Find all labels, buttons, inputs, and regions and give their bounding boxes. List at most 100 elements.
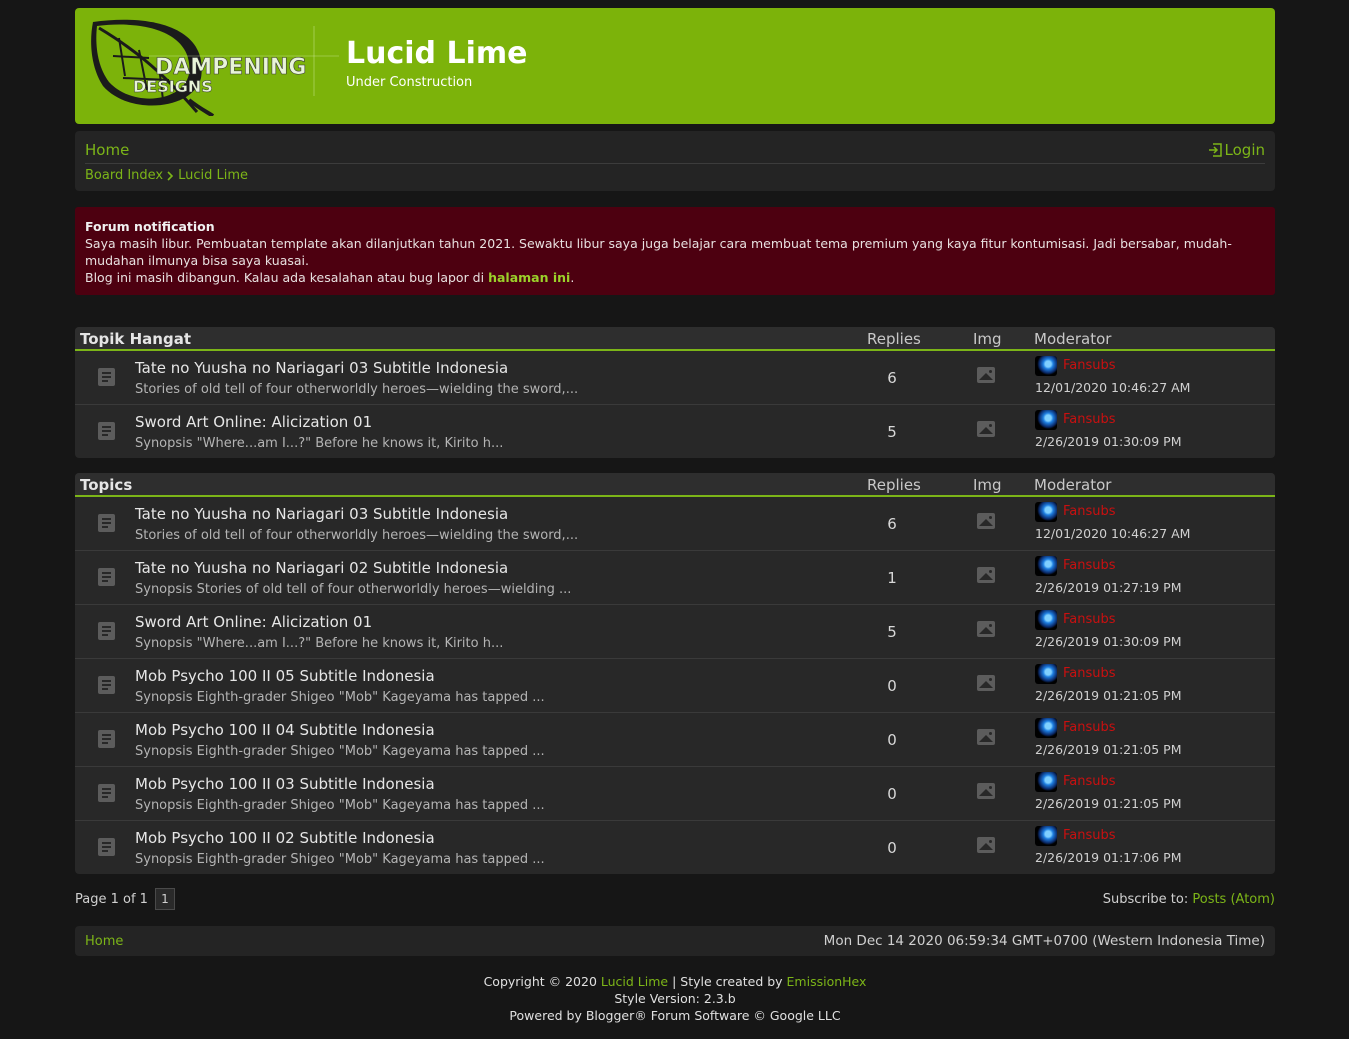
table-row: Tate no Yuusha no Nariagari 03 Subtitle … xyxy=(75,351,1275,405)
powered-by: Powered by Blogger® Forum Software © Goo… xyxy=(509,1008,841,1023)
posts-atom-link[interactable]: Posts (Atom) xyxy=(1192,892,1275,907)
topic-title-link[interactable]: Tate no Yuusha no Nariagari 02 Subtitle … xyxy=(135,559,508,577)
table-row: Mob Psycho 100 II 02 Subtitle Indonesia S… xyxy=(75,821,1275,874)
column-replies: Replies xyxy=(867,476,921,494)
breadcrumb: Board Index Lucid Lime xyxy=(85,168,248,183)
notification-text-2-suffix: . xyxy=(570,270,575,285)
column-moderator: Moderator xyxy=(1034,330,1112,348)
image-icon xyxy=(977,367,995,383)
document-icon xyxy=(98,838,115,856)
avatar[interactable] xyxy=(1035,410,1057,430)
post-date: 2/26/2019 01:21:05 PM xyxy=(1035,742,1182,757)
breadcrumb-board-index[interactable]: Board Index xyxy=(85,168,163,183)
avatar[interactable] xyxy=(1035,826,1057,846)
table-row: Mob Psycho 100 II 03 Subtitle Indonesia S… xyxy=(75,767,1275,821)
topic-title-link[interactable]: Sword Art Online: Alicization 01 xyxy=(135,613,372,631)
copyright-line: Copyright © 2020 Lucid Lime | Style crea… xyxy=(75,973,1275,990)
chevron-right-icon xyxy=(167,170,174,181)
reply-count: 0 xyxy=(887,785,897,803)
nav-divider xyxy=(85,163,1265,164)
moderator-username-link[interactable]: Fansubs xyxy=(1063,612,1116,627)
post-date: 2/26/2019 01:17:06 PM xyxy=(1035,850,1182,865)
style-version: Style Version: 2.3.b xyxy=(614,991,736,1006)
image-icon xyxy=(977,675,995,691)
table-row: Mob Psycho 100 II 05 Subtitle Indonesia S… xyxy=(75,659,1275,713)
moderator-username-link[interactable]: Fansubs xyxy=(1063,412,1116,427)
table-row: Tate no Yuusha no Nariagari 02 Subtitle … xyxy=(75,551,1275,605)
login-link[interactable]: Login xyxy=(1208,141,1265,159)
dampening-designs-logo[interactable]: DAMPENING DESIGNS xyxy=(89,16,339,116)
topic-title-link[interactable]: Mob Psycho 100 II 03 Subtitle Indonesia xyxy=(135,775,435,793)
avatar[interactable] xyxy=(1035,502,1057,522)
table-header: Topik Hangat Replies Img Moderator xyxy=(75,327,1275,351)
reply-count: 0 xyxy=(887,731,897,749)
topic-snippet: Synopsis Eighth-grader Shigeo "Mob" Kage… xyxy=(135,690,545,705)
topic-title-link[interactable]: Mob Psycho 100 II 02 Subtitle Indonesia xyxy=(135,829,435,847)
avatar[interactable] xyxy=(1035,772,1057,792)
topic-snippet: Stories of old tell of four otherworldly… xyxy=(135,528,579,543)
topic-title-link[interactable]: Mob Psycho 100 II 04 Subtitle Indonesia xyxy=(135,721,435,739)
avatar[interactable] xyxy=(1035,610,1057,630)
image-icon xyxy=(977,729,995,745)
avatar[interactable] xyxy=(1035,556,1057,576)
login-label: Login xyxy=(1224,141,1265,159)
navbar: Home Login Board Index Lucid Lime xyxy=(75,131,1275,191)
notification-text-2: Blog ini masih dibangun. Kalau ada kesal… xyxy=(85,269,1245,286)
topic-title-link[interactable]: Tate no Yuusha no Nariagari 03 Subtitle … xyxy=(135,505,508,523)
moderator-username-link[interactable]: Fansubs xyxy=(1063,558,1116,573)
image-icon xyxy=(977,621,995,637)
moderator-username-link[interactable]: Fansubs xyxy=(1063,504,1116,519)
notification-text-2-prefix: Blog ini masih dibangun. Kalau ada kesal… xyxy=(85,270,489,285)
image-icon xyxy=(977,783,995,799)
post-date: 12/01/2020 10:46:27 AM xyxy=(1035,380,1191,395)
topic-title-link[interactable]: Tate no Yuusha no Nariagari 03 Subtitle … xyxy=(135,359,508,377)
moderator-username-link[interactable]: Fansubs xyxy=(1063,720,1116,735)
notification-text-1: Saya masih libur. Pembuatan template aka… xyxy=(85,236,1232,268)
topic-snippet: Synopsis "Where...am I...?" Before he kn… xyxy=(135,636,504,651)
page-label: Page 1 of 1 xyxy=(75,892,148,907)
topic-snippet: Synopsis "Where...am I...?" Before he kn… xyxy=(135,436,504,451)
site-title[interactable]: Lucid Lime xyxy=(346,36,527,71)
column-img: Img xyxy=(973,476,1002,494)
emissionhex-link[interactable]: EmissionHex xyxy=(787,974,867,989)
bottom-home-link[interactable]: Home xyxy=(85,934,123,949)
report-page-link[interactable]: halaman ini xyxy=(488,270,570,285)
reply-count: 5 xyxy=(887,623,897,641)
forum-notification: Forum notification Saya masih libur. Pem… xyxy=(75,207,1275,295)
hot-topics-table: Topik Hangat Replies Img Moderator Tate … xyxy=(75,327,1275,458)
image-icon xyxy=(977,837,995,853)
notification-title: Forum notification xyxy=(85,219,215,234)
moderator-username-link[interactable]: Fansubs xyxy=(1063,828,1116,843)
reply-count: 0 xyxy=(887,839,897,857)
table-heading: Topik Hangat xyxy=(80,330,192,348)
breadcrumb-lucid-lime[interactable]: Lucid Lime xyxy=(178,168,248,183)
document-icon xyxy=(98,730,115,748)
topic-title-link[interactable]: Sword Art Online: Alicization 01 xyxy=(135,413,372,431)
post-date: 2/26/2019 01:27:19 PM xyxy=(1035,580,1182,595)
image-icon xyxy=(977,513,995,529)
current-datetime: Mon Dec 14 2020 06:59:34 GMT+0700 (Weste… xyxy=(823,933,1265,949)
avatar[interactable] xyxy=(1035,356,1057,376)
table-row: Tate no Yuusha no Nariagari 03 Subtitle … xyxy=(75,497,1275,551)
nav-home-link[interactable]: Home xyxy=(85,141,129,159)
footer-site-link[interactable]: Lucid Lime xyxy=(601,974,668,989)
moderator-username-link[interactable]: Fansubs xyxy=(1063,358,1116,373)
moderator-username-link[interactable]: Fansubs xyxy=(1063,666,1116,681)
post-date: 12/01/2020 10:46:27 AM xyxy=(1035,526,1191,541)
avatar[interactable] xyxy=(1035,664,1057,684)
avatar[interactable] xyxy=(1035,718,1057,738)
topic-snippet: Synopsis Stories of old tell of four oth… xyxy=(135,582,572,597)
column-img: Img xyxy=(973,330,1002,348)
bottom-bar: Home Mon Dec 14 2020 06:59:34 GMT+0700 (… xyxy=(75,926,1275,956)
document-icon xyxy=(98,676,115,694)
moderator-username-link[interactable]: Fansubs xyxy=(1063,774,1116,789)
table-row: Mob Psycho 100 II 04 Subtitle Indonesia S… xyxy=(75,713,1275,767)
topic-snippet: Synopsis Eighth-grader Shigeo "Mob" Kage… xyxy=(135,852,545,867)
page-number-button[interactable]: 1 xyxy=(155,888,175,910)
site-header: DAMPENING DESIGNS Lucid Lime Under Const… xyxy=(75,8,1275,124)
topic-snippet: Stories of old tell of four otherworldly… xyxy=(135,382,579,397)
topic-title-link[interactable]: Mob Psycho 100 II 05 Subtitle Indonesia xyxy=(135,667,435,685)
login-icon xyxy=(1208,143,1222,157)
pagination: Page 1 of 1 1 Subscribe to: Posts (Atom) xyxy=(75,888,1275,910)
post-date: 2/26/2019 01:21:05 PM xyxy=(1035,796,1182,811)
